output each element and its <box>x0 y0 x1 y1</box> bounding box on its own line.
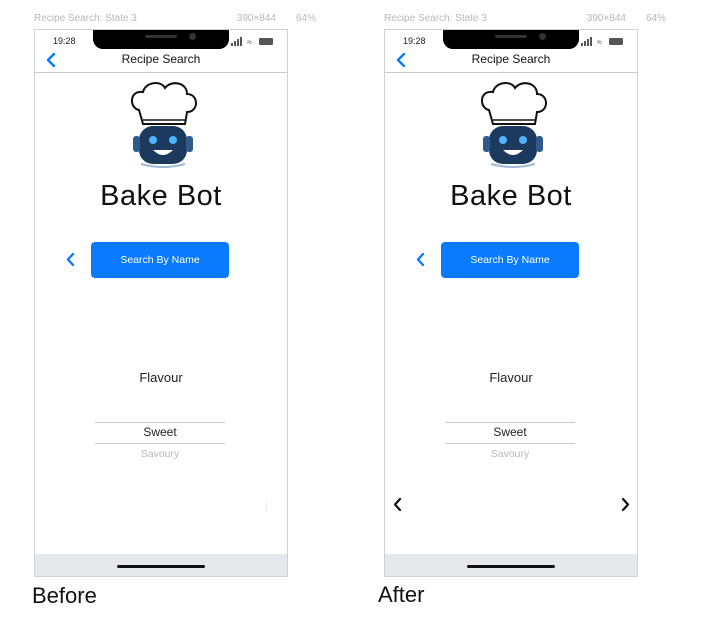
chevron-left-icon <box>46 53 56 67</box>
chef-robot-logo <box>131 82 197 168</box>
signal-icon <box>590 37 592 46</box>
home-indicator[interactable] <box>467 565 555 568</box>
picker-divider <box>445 443 575 444</box>
search-by-name-button[interactable]: Search By Name <box>91 242 229 278</box>
signal-icon <box>584 41 586 46</box>
before-panel: Recipe Search: State 3 390×844 64% 19:28… <box>30 0 320 620</box>
wifi-icon: ≈ <box>247 37 252 47</box>
phone-frame: 19:28 ≈ Recipe Search Bake Bot Search By… <box>34 29 288 577</box>
state-header: Recipe Search: State 3 390×844 64% <box>34 13 320 27</box>
battery-icon <box>609 38 623 45</box>
caption-before: Before <box>32 583 97 608</box>
signal-icon <box>231 43 233 46</box>
nav-divider <box>35 72 287 73</box>
caption-after: After <box>378 582 425 607</box>
wifi-icon: ≈ <box>597 37 602 47</box>
chevron-left-icon <box>416 252 424 266</box>
carousel-prev-button[interactable] <box>391 496 403 512</box>
chef-robot-logo <box>481 82 547 168</box>
picker-divider <box>95 422 225 423</box>
back-button[interactable] <box>43 52 59 68</box>
signal-icon <box>234 41 236 46</box>
phone-frame: 19:28 ≈ Recipe Search Bake Bot Search By… <box>384 29 638 577</box>
nav-bar: Recipe Search <box>35 49 287 73</box>
chevron-right-icon <box>621 497 629 511</box>
nav-bar: Recipe Search <box>385 49 637 73</box>
nav-divider <box>385 72 637 73</box>
app-title: Bake Bot <box>100 180 222 212</box>
state-size: 390×844 <box>586 13 626 24</box>
back-button[interactable] <box>393 52 409 68</box>
signal-icon <box>240 37 242 46</box>
chevron-left-icon <box>393 497 401 511</box>
flavour-label: Flavour <box>139 370 183 385</box>
carousel-next-button[interactable] <box>619 496 631 512</box>
status-time: 19:28 <box>403 36 426 46</box>
speaker-icon <box>495 35 527 38</box>
nav-title: Recipe Search <box>471 52 551 66</box>
state-name: Recipe Search: State 3 <box>34 13 137 24</box>
battery-icon <box>259 38 273 45</box>
state-zoom: 64% <box>295 13 316 24</box>
status-icons: ≈ <box>231 37 277 47</box>
picker-divider <box>445 422 575 423</box>
signal-icon <box>237 39 239 46</box>
home-indicator-area <box>35 554 287 576</box>
picker-option[interactable]: Savoury <box>95 448 225 460</box>
picker-option-selected[interactable]: Sweet <box>95 425 225 439</box>
app-title: Bake Bot <box>450 180 572 212</box>
camera-icon <box>189 33 196 40</box>
chevron-left-icon <box>66 252 74 266</box>
chevron-left-icon <box>396 53 406 67</box>
search-mode-prev-button[interactable] <box>63 251 77 267</box>
nav-title: Recipe Search <box>121 52 201 66</box>
state-header: Recipe Search: State 3 390×844 64% <box>384 13 670 27</box>
phone-notch <box>93 30 229 49</box>
state-size: 390×844 <box>236 13 276 24</box>
flavour-picker[interactable]: Sweet Savoury <box>95 422 225 466</box>
status-time: 19:28 <box>53 36 76 46</box>
home-indicator-area <box>385 554 637 576</box>
divider <box>266 500 267 512</box>
phone-notch <box>443 30 579 49</box>
status-icons: ≈ <box>581 37 627 47</box>
home-indicator[interactable] <box>117 565 205 568</box>
picker-divider <box>95 443 225 444</box>
signal-icon <box>587 39 589 46</box>
signal-icon <box>581 43 583 46</box>
speaker-icon <box>145 35 177 38</box>
flavour-label: Flavour <box>489 370 533 385</box>
search-by-name-button[interactable]: Search By Name <box>441 242 579 278</box>
flavour-picker[interactable]: Sweet Savoury <box>445 422 575 466</box>
camera-icon <box>539 33 546 40</box>
picker-option[interactable]: Savoury <box>445 448 575 460</box>
picker-option-selected[interactable]: Sweet <box>445 425 575 439</box>
state-zoom: 64% <box>645 13 666 24</box>
state-name: Recipe Search: State 3 <box>384 13 487 24</box>
search-mode-prev-button[interactable] <box>413 251 427 267</box>
after-panel: Recipe Search: State 3 390×844 64% 19:28… <box>378 0 670 620</box>
